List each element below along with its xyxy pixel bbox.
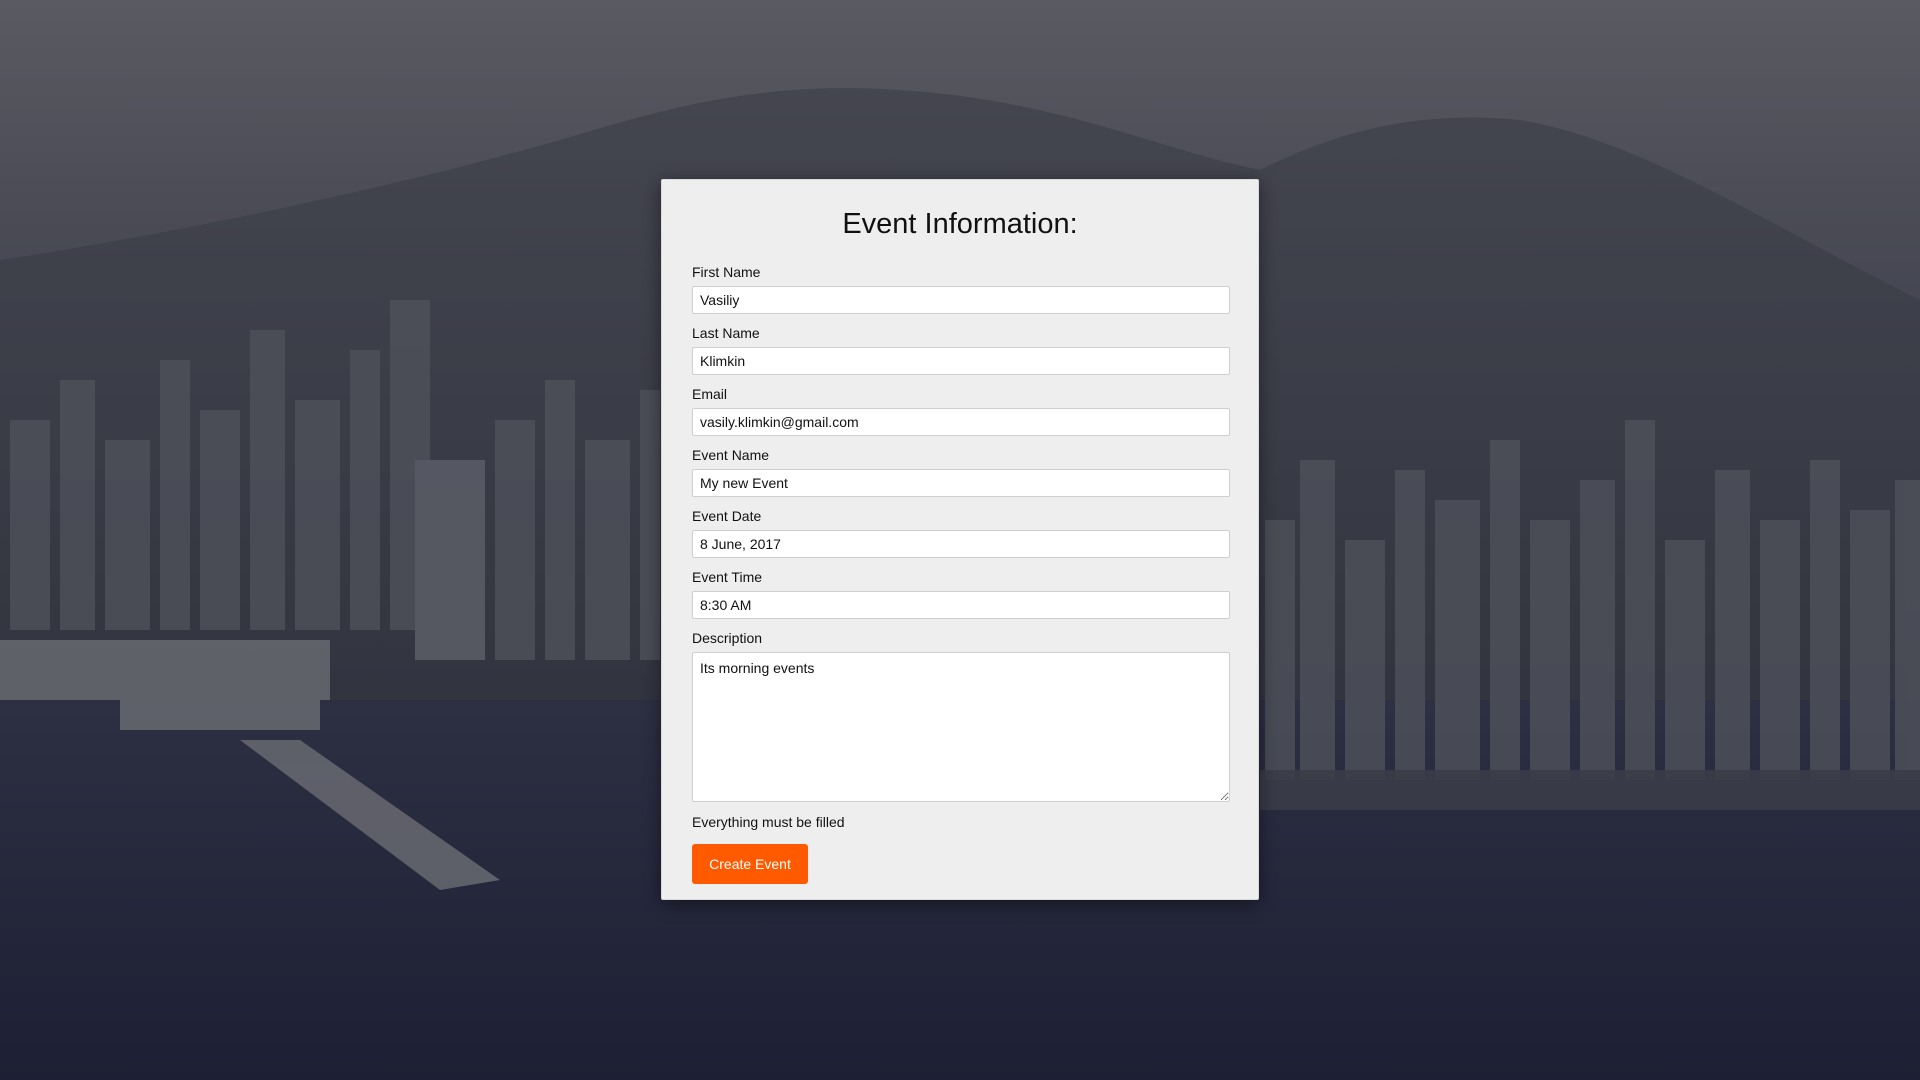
- email-label: Email: [692, 386, 728, 402]
- event-name-input[interactable]: [692, 469, 1230, 497]
- first-name-label: First Name: [692, 264, 761, 280]
- event-time-input[interactable]: [692, 591, 1230, 619]
- field-last-name: Last Name: [692, 325, 1230, 375]
- description-label: Description: [692, 630, 763, 646]
- field-event-time: Event Time: [692, 569, 1230, 619]
- event-form-card: Event Information: First Name Last Name …: [661, 179, 1259, 900]
- description-textarea[interactable]: Its morning events: [692, 652, 1230, 802]
- event-date-input[interactable]: [692, 530, 1230, 558]
- last-name-input[interactable]: [692, 347, 1230, 375]
- event-time-label: Event Time: [692, 569, 763, 585]
- validation-note: Everything must be filled: [692, 814, 845, 830]
- first-name-input[interactable]: [692, 286, 1230, 314]
- event-date-label: Event Date: [692, 508, 762, 524]
- field-description: Description Its morning events: [692, 630, 1230, 802]
- field-event-name: Event Name: [692, 447, 1230, 497]
- field-event-date: Event Date: [692, 508, 1230, 558]
- field-email: Email: [692, 386, 1230, 436]
- last-name-label: Last Name: [692, 325, 760, 341]
- create-event-button[interactable]: Create Event: [692, 844, 808, 884]
- form-title: Event Information:: [842, 208, 1078, 240]
- email-input[interactable]: [692, 408, 1230, 436]
- event-form: First Name Last Name Email Event Name Ev…: [692, 264, 1230, 884]
- field-first-name: First Name: [692, 264, 1230, 314]
- event-name-label: Event Name: [692, 447, 770, 463]
